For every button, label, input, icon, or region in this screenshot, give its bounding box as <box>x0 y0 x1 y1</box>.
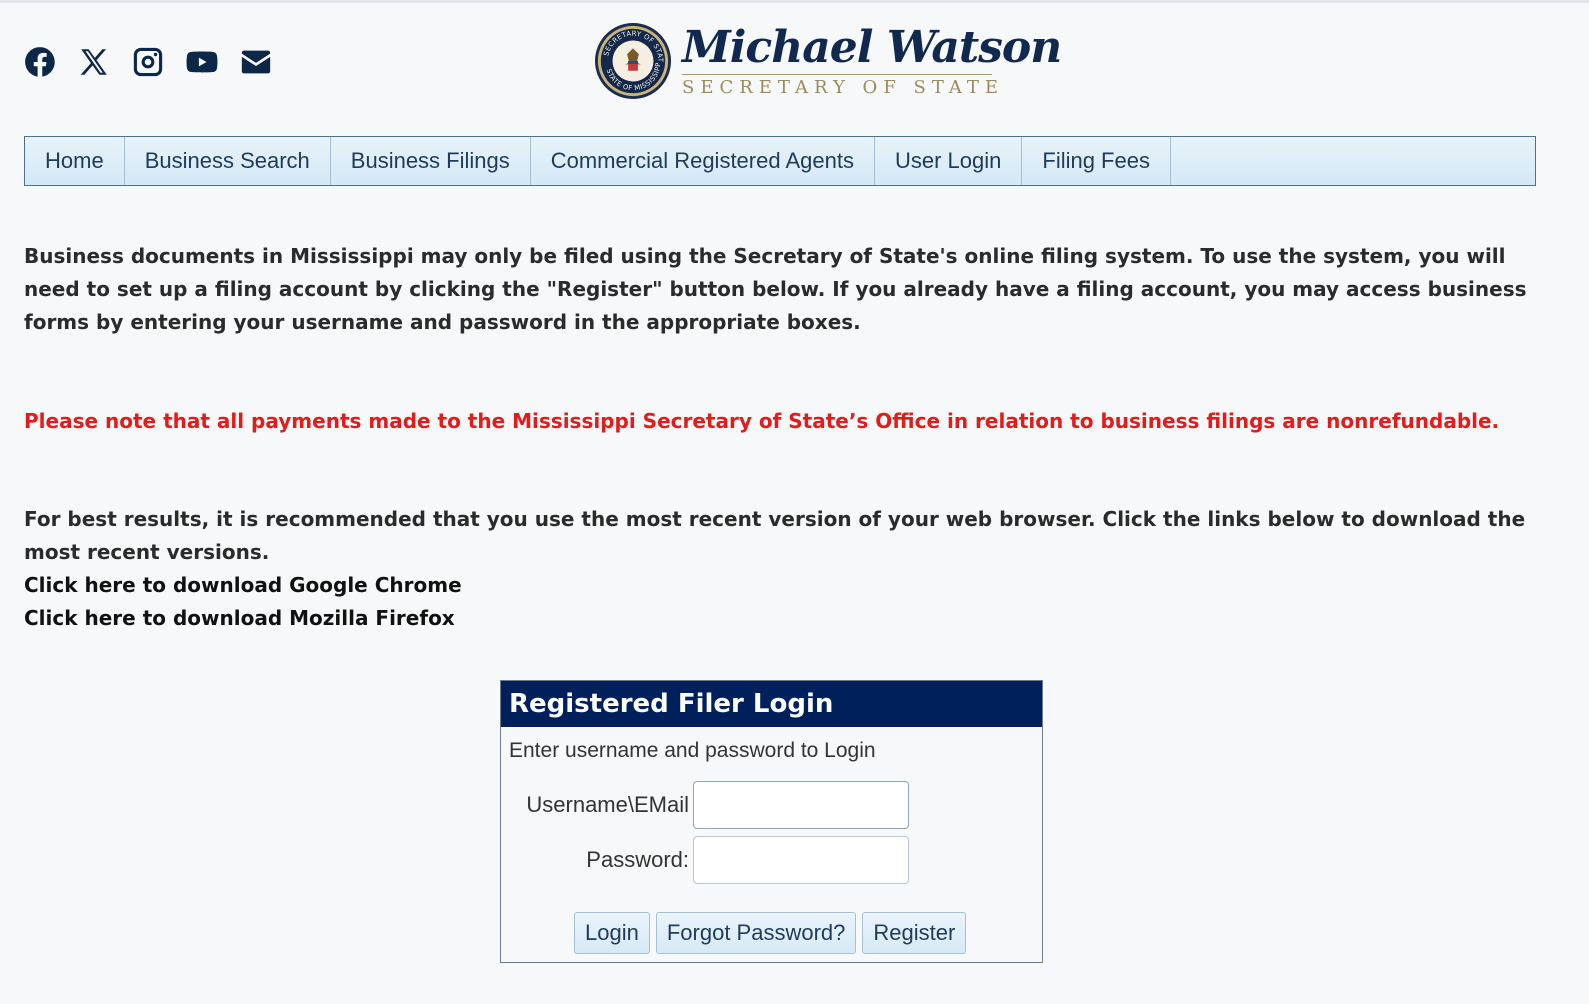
download-firefox-link[interactable]: Click here to download Mozilla Firefox <box>24 602 1544 635</box>
password-row: Password: <box>501 836 909 884</box>
social-links <box>22 44 274 80</box>
youtube-icon[interactable] <box>184 44 220 80</box>
nav-item-filing-fees[interactable]: Filing Fees <box>1022 137 1171 185</box>
register-button[interactable]: Register <box>862 912 967 954</box>
main-nav: Home Business Search Business Filings Co… <box>24 136 1536 186</box>
username-label: Username\EMail <box>526 792 689 817</box>
brand-name: Michael Watson <box>682 21 1062 73</box>
browser-section: For best results, it is recommended that… <box>24 503 1544 635</box>
login-panel: Registered Filer Login Enter username an… <box>500 680 1043 963</box>
download-chrome-link[interactable]: Click here to download Google Chrome <box>24 569 1544 602</box>
nav-item-user-login[interactable]: User Login <box>875 137 1023 185</box>
username-input[interactable] <box>693 781 909 829</box>
brand-subtitle: SECRETARY OF STATE <box>682 76 1005 98</box>
top-border <box>0 0 1589 3</box>
nonrefundable-warning: Please note that all payments made to th… <box>24 409 1500 433</box>
intro-section: Business documents in Mississippi may on… <box>24 240 1544 339</box>
intro-text: Business documents in Mississippi may on… <box>24 244 1527 334</box>
nav-item-commercial-registered-agents[interactable]: Commercial Registered Agents <box>531 137 875 185</box>
password-input[interactable] <box>693 836 909 884</box>
password-label: Password: <box>586 847 689 872</box>
email-icon[interactable] <box>238 44 274 80</box>
login-actions: Login Forgot Password? Register <box>574 912 967 954</box>
instagram-icon[interactable] <box>130 44 166 80</box>
facebook-icon[interactable] <box>22 44 58 80</box>
state-seal-logo: SECRETARY OF STATE STATE OF MISSISSIPPI <box>594 22 672 100</box>
nav-item-business-filings[interactable]: Business Filings <box>331 137 531 185</box>
x-icon[interactable] <box>76 44 112 80</box>
login-title: Registered Filer Login <box>501 681 1042 727</box>
login-subtitle: Enter username and password to Login <box>509 739 876 762</box>
nav-item-home[interactable]: Home <box>25 137 125 185</box>
forgot-password-button[interactable]: Forgot Password? <box>655 912 857 954</box>
browser-note: For best results, it is recommended that… <box>24 507 1526 564</box>
login-button[interactable]: Login <box>574 912 650 954</box>
brand-divider <box>682 73 992 75</box>
nav-item-business-search[interactable]: Business Search <box>125 137 331 185</box>
site-brand[interactable]: SECRETARY OF STATE STATE OF MISSISSIPPI … <box>594 21 1062 100</box>
username-row: Username\EMail <box>501 781 909 829</box>
